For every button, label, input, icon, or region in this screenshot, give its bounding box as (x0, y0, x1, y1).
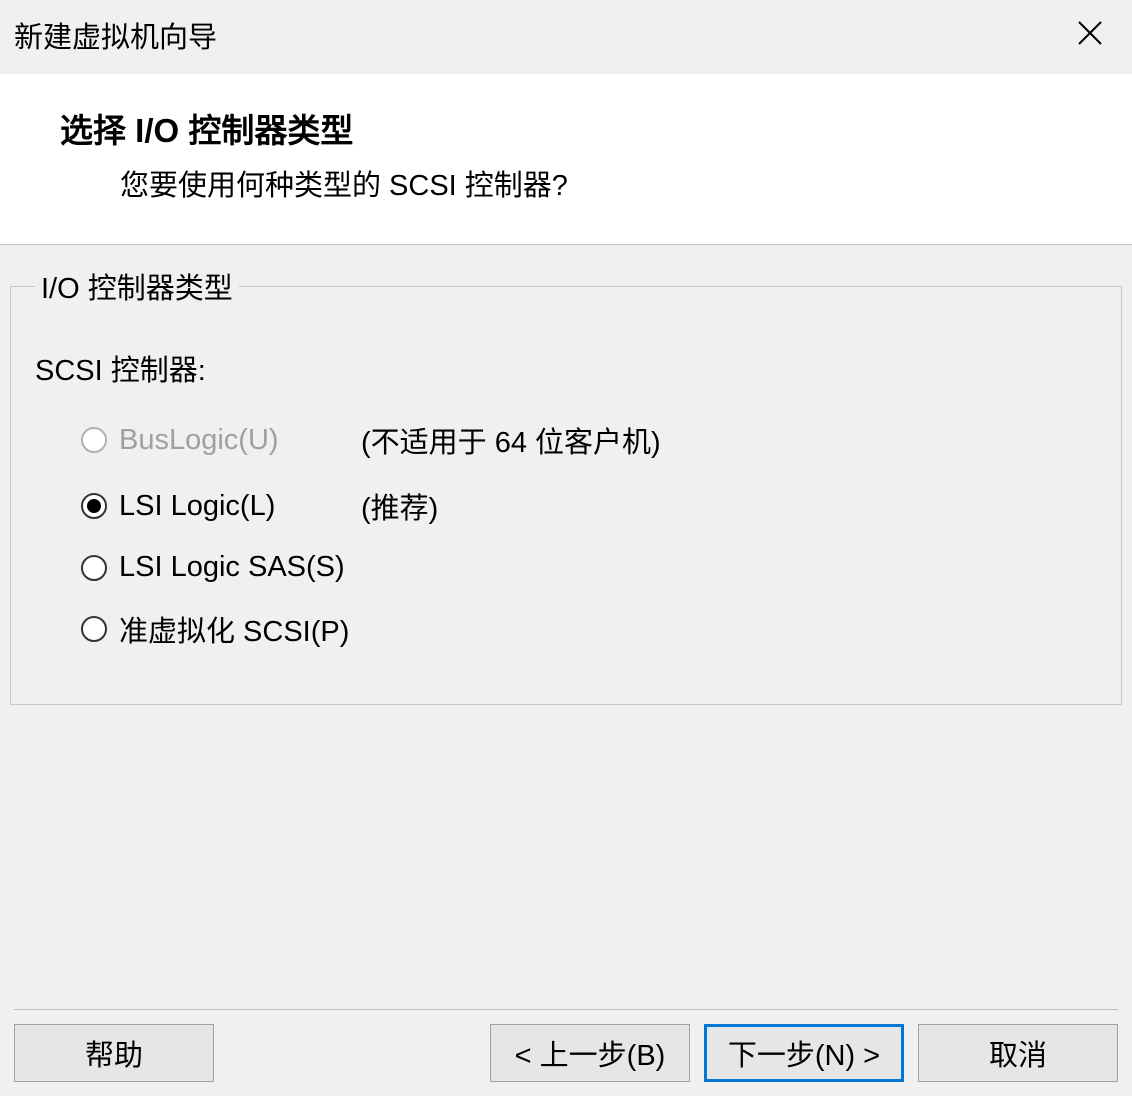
cancel-button[interactable]: 取消 (918, 1024, 1118, 1082)
window-title: 新建虚拟机向导 (14, 14, 217, 56)
next-button[interactable]: 下一步(N) > (704, 1024, 904, 1082)
close-icon[interactable] (1068, 19, 1112, 52)
back-button[interactable]: < 上一步(B) (490, 1024, 690, 1082)
page-header: 选择 I/O 控制器类型 您要使用何种类型的 SCSI 控制器? (0, 74, 1132, 245)
radio-label: BusLogic(U) (119, 424, 339, 457)
scsi-controller-label: SCSI 控制器: (35, 347, 1101, 389)
radio-label: 准虚拟化 SCSI(P) (119, 608, 349, 650)
group-legend: I/O 控制器类型 (35, 265, 239, 307)
footer: 帮助 < 上一步(B) 下一步(N) > 取消 (14, 1009, 1118, 1082)
page-title: 选择 I/O 控制器类型 (60, 104, 1112, 152)
content-area: I/O 控制器类型 SCSI 控制器: BusLogic(U) (不适用于 64… (0, 245, 1132, 715)
radio-icon (81, 427, 107, 453)
radio-icon[interactable] (81, 493, 107, 519)
radio-icon[interactable] (81, 616, 107, 642)
io-controller-group: I/O 控制器类型 SCSI 控制器: BusLogic(U) (不适用于 64… (10, 265, 1122, 705)
help-button[interactable]: 帮助 (14, 1024, 214, 1082)
radio-option-paravirtual-scsi[interactable]: 准虚拟化 SCSI(P) (81, 608, 1101, 650)
radio-label: LSI Logic SAS(S) (119, 551, 345, 584)
radio-option-lsi-logic[interactable]: LSI Logic(L) (推荐) (81, 485, 1101, 527)
radio-label: LSI Logic(L) (119, 490, 339, 523)
page-subtitle: 您要使用何种类型的 SCSI 控制器? (120, 162, 1112, 204)
radio-option-lsi-logic-sas[interactable]: LSI Logic SAS(S) (81, 551, 1101, 584)
radio-icon[interactable] (81, 555, 107, 581)
titlebar: 新建虚拟机向导 (0, 0, 1132, 64)
radio-note: (推荐) (361, 485, 438, 527)
radio-option-buslogic: BusLogic(U) (不适用于 64 位客户机) (81, 419, 1101, 461)
radio-note: (不适用于 64 位客户机) (361, 419, 661, 461)
